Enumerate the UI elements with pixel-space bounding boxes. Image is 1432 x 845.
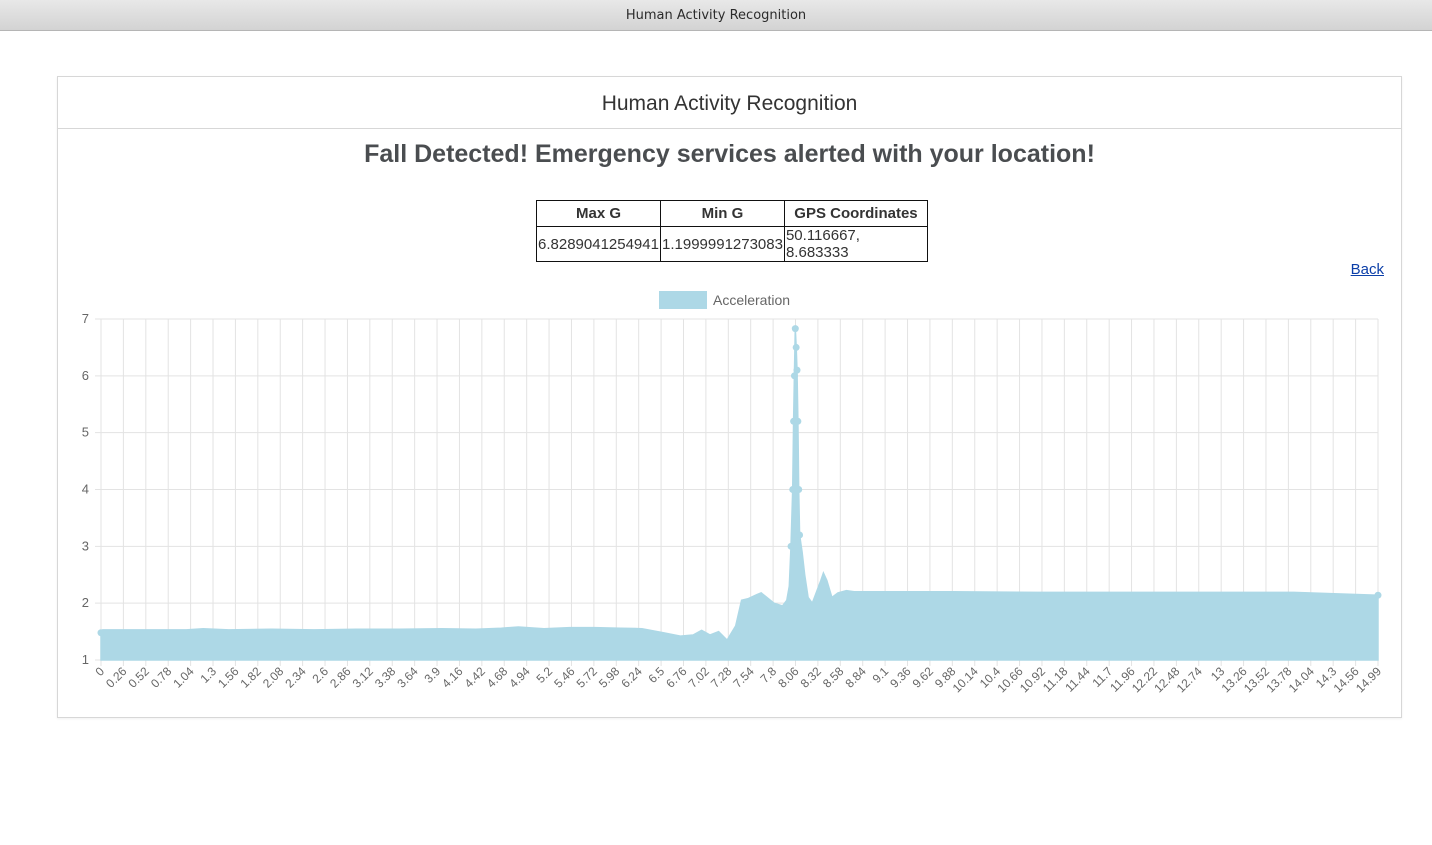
x-tick-label: 2.34 xyxy=(282,664,309,691)
x-tick-label: 0 xyxy=(92,664,107,679)
x-tick-label: 7.54 xyxy=(730,664,757,691)
x-tick-label: 5.72 xyxy=(574,664,601,691)
x-tick-label: 5.46 xyxy=(551,664,578,691)
x-tick-label: 8.58 xyxy=(820,664,847,691)
x-tick-label: 6.24 xyxy=(618,664,645,691)
x-tick-label: 9.36 xyxy=(887,664,914,691)
x-tick-label: 5.98 xyxy=(596,664,623,691)
data-point xyxy=(1374,591,1382,599)
acceleration-area xyxy=(100,328,1379,661)
data-point xyxy=(793,366,801,374)
x-tick-label: 1.82 xyxy=(238,664,265,691)
y-tick-label: 1 xyxy=(82,652,89,667)
x-tick-label: 3.64 xyxy=(394,664,421,691)
y-tick-label: 7 xyxy=(82,311,89,326)
x-tick-label: 8.84 xyxy=(842,664,869,691)
x-tick-label: 4.16 xyxy=(439,664,466,691)
x-tick-label: 4.68 xyxy=(484,664,511,691)
x-tick-label: 1.04 xyxy=(170,664,197,691)
x-tick-label: 4.42 xyxy=(462,664,489,691)
data-point xyxy=(787,542,795,550)
x-tick-label: 8.06 xyxy=(775,664,802,691)
x-tick-label: 2.86 xyxy=(327,664,354,691)
y-tick-label: 5 xyxy=(82,425,89,440)
data-point xyxy=(796,531,804,539)
x-tick-label: 4.94 xyxy=(506,664,533,691)
legend-swatch xyxy=(659,291,707,309)
data-point xyxy=(794,417,802,425)
x-tick-label: 3.38 xyxy=(372,664,399,691)
data-point xyxy=(97,629,105,637)
legend-label: Acceleration xyxy=(713,292,790,308)
y-tick-label: 3 xyxy=(82,538,89,553)
acceleration-chart: 123456700.260.520.781.04 1.31.561.822.082… xyxy=(82,291,1384,695)
x-tick-label: 11.18 xyxy=(1040,664,1071,695)
y-tick-label: 2 xyxy=(82,595,89,610)
x-tick-label: 7.28 xyxy=(708,664,735,691)
main-panel: Human Activity Recognition Fall Detected… xyxy=(57,76,1402,718)
x-tick-label: 14.99 xyxy=(1353,664,1384,695)
x-tick-label: 0.78 xyxy=(148,664,175,691)
x-tick-label: 3.12 xyxy=(350,664,377,691)
data-point xyxy=(789,486,797,493)
data-point xyxy=(792,343,800,351)
x-tick-label: 10.14 xyxy=(950,664,981,695)
x-tick-label: 2.08 xyxy=(260,664,287,691)
data-point xyxy=(795,486,803,493)
x-tick-label: 11.44 xyxy=(1062,664,1093,695)
x-tick-label: 14.04 xyxy=(1286,664,1317,695)
x-tick-label: 0.26 xyxy=(103,664,130,691)
x-tick-label: 9.62 xyxy=(910,664,937,691)
x-tick-label: 6.76 xyxy=(663,664,690,691)
x-tick-label: 12.74 xyxy=(1174,664,1205,695)
y-tick-label: 6 xyxy=(82,368,89,383)
x-tick-label: 0.52 xyxy=(126,664,153,691)
data-point xyxy=(791,325,799,333)
x-tick-label: 1.56 xyxy=(215,664,242,691)
x-tick-label: 8.32 xyxy=(798,664,825,691)
window-titlebar: Human Activity Recognition xyxy=(0,0,1432,31)
y-tick-label: 4 xyxy=(82,482,89,497)
x-tick-label: 7.02 xyxy=(686,664,713,691)
x-tick-label: 10.92 xyxy=(1017,664,1048,695)
